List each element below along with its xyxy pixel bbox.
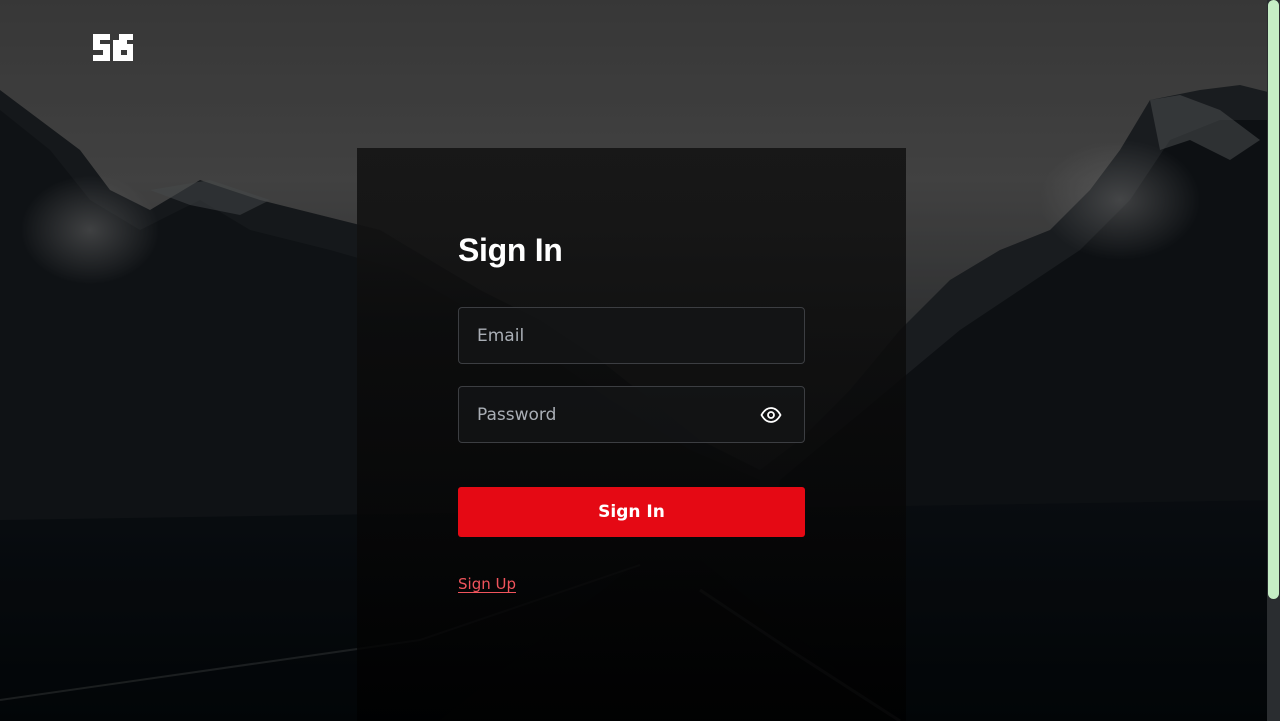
sign-in-title: Sign In [458, 232, 563, 268]
password-field[interactable] [458, 386, 805, 443]
brand-logo[interactable] [91, 32, 134, 63]
scrollbar-thumb[interactable] [1268, 0, 1279, 599]
sign-up-link[interactable]: Sign Up [458, 575, 516, 593]
sign-in-button[interactable]: Sign In [458, 487, 805, 537]
sign-in-card: Sign In Sign In Sign Up [357, 148, 906, 721]
scrollbar-track[interactable] [1267, 0, 1280, 721]
page: Sign In Sign In Sign Up [0, 0, 1280, 721]
password-input[interactable] [459, 387, 804, 442]
email-field[interactable] [458, 307, 805, 364]
eye-icon[interactable] [760, 405, 782, 425]
email-input[interactable] [459, 308, 804, 363]
